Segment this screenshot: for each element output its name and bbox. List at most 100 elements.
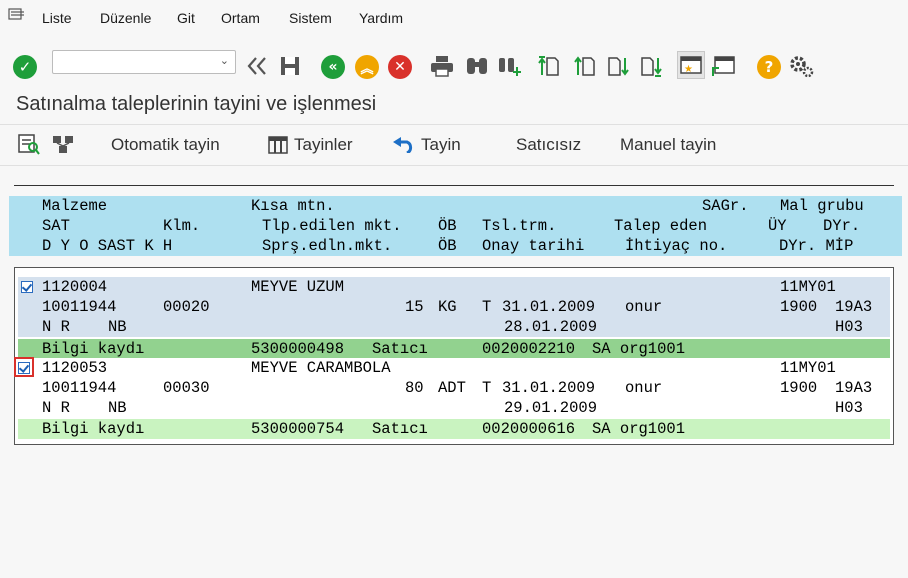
detail-icon[interactable] bbox=[18, 133, 40, 155]
menu-item-yardim[interactable]: Yardım bbox=[359, 10, 403, 26]
dyr: 19A3 bbox=[835, 298, 873, 316]
col-ob-2: ÖB bbox=[438, 237, 457, 255]
date-type: T bbox=[482, 298, 492, 316]
saticisiz-button[interactable]: Satıcısız bbox=[516, 135, 581, 155]
list-item-detail: 10011944 00030 80 ADT T 31.01.2009 onur … bbox=[18, 378, 890, 398]
chevron-down-icon[interactable]: ⌄ bbox=[220, 54, 229, 67]
col-tsl-trm: Tsl.trm. bbox=[482, 217, 557, 235]
next-page-icon[interactable] bbox=[607, 54, 629, 78]
col-klm: Klm. bbox=[163, 217, 201, 235]
vendor-number: 0020002210 bbox=[482, 340, 576, 358]
list-item[interactable]: 1120053 MEYVE CARAMBOLA 11MY01 bbox=[14, 357, 890, 378]
list-item[interactable]: 1120004 MEYVE UZUM 11MY01 bbox=[18, 277, 890, 297]
network-icon[interactable] bbox=[52, 133, 78, 155]
doc-type: NB bbox=[108, 318, 127, 336]
menu-item-git[interactable]: Git bbox=[177, 10, 195, 26]
purch-org: SA org1001 bbox=[592, 340, 686, 358]
otomatik-tayin-label: Otomatik tayin bbox=[111, 135, 220, 154]
quantity: 15 bbox=[405, 298, 424, 316]
uy: 1900 bbox=[780, 379, 818, 397]
find-icon[interactable] bbox=[465, 55, 489, 77]
col-sagr: SAGr. bbox=[702, 197, 749, 215]
purch-org: SA org1001 bbox=[592, 420, 686, 438]
page-title: Satınalma taleplerinin tayini ve işlenme… bbox=[16, 93, 377, 115]
menu-item-duzenle[interactable]: Düzenle bbox=[100, 10, 151, 26]
info-record-label: Bilgi kaydı bbox=[42, 340, 145, 358]
save-icon[interactable] bbox=[278, 54, 302, 78]
flags: N R bbox=[42, 318, 70, 336]
col-sat: SAT bbox=[42, 217, 70, 235]
columns-icon bbox=[268, 136, 288, 154]
manuel-tayin-button[interactable]: Manuel tayin bbox=[620, 135, 716, 155]
new-session-icon[interactable]: ★ bbox=[677, 51, 705, 79]
divider bbox=[0, 124, 908, 125]
item-checkbox[interactable] bbox=[18, 362, 30, 374]
tayin-label: Tayin bbox=[421, 135, 461, 154]
menu-bar: Liste Düzenle Git Ortam Sistem Yardım bbox=[0, 0, 908, 34]
col-malzeme: Malzeme bbox=[42, 197, 108, 215]
material-group: 11MY01 bbox=[780, 278, 836, 296]
col-sprs-mkt: Sprş.edln.mkt. bbox=[262, 237, 393, 255]
dyr: 19A3 bbox=[835, 379, 873, 397]
col-kisa-metin: Kısa mtn. bbox=[251, 197, 335, 215]
exit-button[interactable]: ︽ bbox=[355, 55, 379, 79]
info-record-row[interactable]: Bilgi kaydı 5300000498 Satıcı 0020002210… bbox=[18, 339, 890, 359]
tayinler-button[interactable]: Tayinler bbox=[268, 135, 353, 155]
print-icon[interactable] bbox=[430, 55, 454, 77]
vendor-label: Satıcı bbox=[372, 420, 428, 438]
cancel-button[interactable]: ✕ bbox=[388, 55, 412, 79]
enter-button[interactable]: ✓ bbox=[13, 55, 37, 79]
help-button[interactable]: ? bbox=[757, 55, 781, 79]
item-checkbox[interactable] bbox=[21, 281, 33, 293]
menu-item-liste[interactable]: Liste bbox=[42, 10, 72, 26]
unit: ADT bbox=[438, 379, 466, 397]
list-item-detail: N R NB 28.01.2009 H03 bbox=[18, 317, 890, 337]
unit: KG bbox=[438, 298, 457, 316]
tayinler-label: Tayinler bbox=[294, 135, 353, 154]
last-page-icon[interactable] bbox=[640, 54, 662, 78]
col-dyr: DYr. bbox=[823, 217, 861, 235]
mrp-controller: H03 bbox=[835, 318, 863, 336]
approval-date: 29.01.2009 bbox=[504, 399, 598, 417]
material-group: 11MY01 bbox=[780, 359, 836, 377]
col-dyr-mip: DYr. MİP bbox=[779, 237, 854, 255]
short-text: MEYVE CARAMBOLA bbox=[251, 359, 391, 377]
requester: onur bbox=[625, 298, 663, 316]
menu-icon[interactable] bbox=[8, 8, 26, 22]
info-record-number: 5300000754 bbox=[251, 420, 345, 438]
col-talep-eden: Talep eden bbox=[614, 217, 708, 235]
sat-number: 10011944 bbox=[42, 298, 117, 316]
vendor-label: Satıcı bbox=[372, 340, 428, 358]
menu-item-ortam[interactable]: Ortam bbox=[221, 10, 260, 26]
col-ihtiyac-no: İhtiyaç no. bbox=[625, 237, 728, 255]
first-page-icon[interactable] bbox=[538, 54, 560, 78]
delivery-date: 31.01.2009 bbox=[502, 298, 596, 316]
otomatik-tayin-button[interactable]: Otomatik tayin bbox=[111, 135, 220, 155]
previous-page-icon[interactable] bbox=[574, 54, 596, 78]
info-record-label: Bilgi kaydı bbox=[42, 420, 145, 438]
info-record-row[interactable]: Bilgi kaydı 5300000754 Satıcı 0020000616… bbox=[18, 419, 890, 439]
find-next-icon[interactable] bbox=[498, 55, 522, 77]
vendor-number: 0020000616 bbox=[482, 420, 576, 438]
col-mal-grubu: Mal grubu bbox=[780, 197, 864, 215]
quantity: 80 bbox=[405, 379, 424, 397]
command-field[interactable]: ⌄ bbox=[52, 50, 236, 74]
settings-gear-icon[interactable] bbox=[789, 54, 815, 78]
item-number: 00030 bbox=[163, 379, 210, 397]
command-input[interactable] bbox=[57, 52, 216, 74]
mrp-controller: H03 bbox=[835, 399, 863, 417]
list-top-rule bbox=[14, 185, 894, 186]
shortcut-icon[interactable] bbox=[712, 54, 736, 78]
menu-item-sistem[interactable]: Sistem bbox=[289, 10, 332, 26]
list-header-row-1: Malzeme Kısa mtn. SAGr. Mal grubu bbox=[9, 196, 902, 216]
back-button[interactable]: « bbox=[321, 55, 345, 79]
undo-arrow-icon bbox=[393, 137, 415, 155]
doc-type: NB bbox=[108, 399, 127, 417]
double-left-icon[interactable] bbox=[245, 54, 269, 78]
svg-text:★: ★ bbox=[684, 64, 693, 75]
tayin-button[interactable]: Tayin bbox=[393, 135, 461, 155]
material-number: 1120053 bbox=[42, 359, 108, 377]
requester: onur bbox=[625, 379, 663, 397]
divider bbox=[0, 165, 908, 166]
list-header-row-3: D Y O SAST K H Sprş.edln.mkt. ÖB Onay ta… bbox=[9, 236, 902, 256]
